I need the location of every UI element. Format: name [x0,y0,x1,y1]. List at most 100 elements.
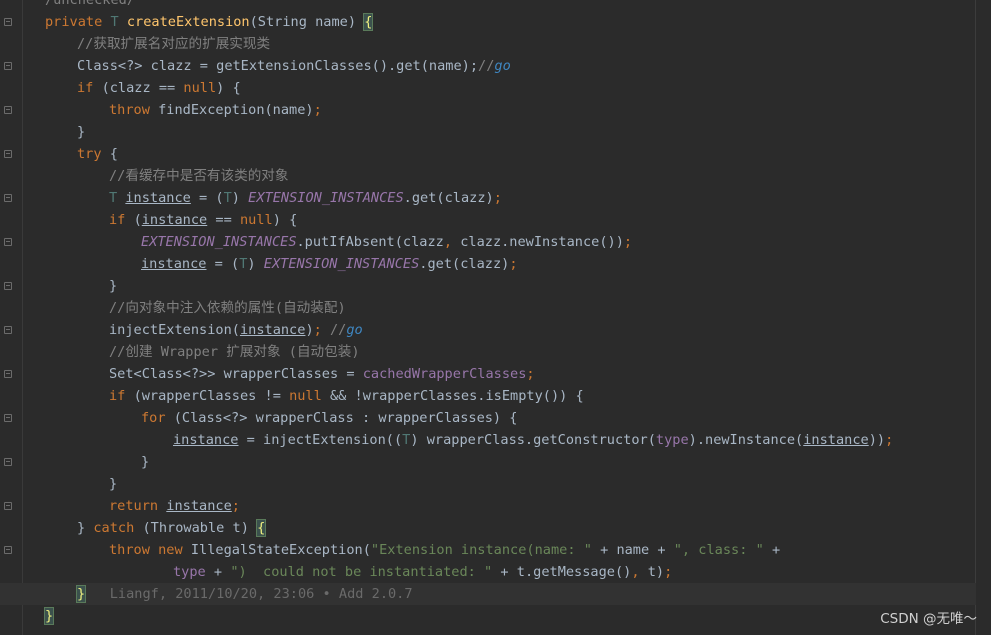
code-token: , [443,234,461,250]
code-token: ; [885,432,894,448]
code-token: ") could not be instantiated: " [230,564,493,580]
code-token: } [109,278,118,294]
code-token: ; [664,564,673,580]
code-line[interactable]: } [0,275,976,297]
code-line[interactable]: //获取扩展名对应的扩展实现类 [0,33,976,55]
code-token: (Throwable t) [142,520,258,536]
code-token: instance [166,498,232,514]
code-token: ; [231,498,240,514]
code-line[interactable]: } [0,473,976,495]
code-line[interactable]: Class<?> clazz = getExtensionClasses().g… [0,55,976,77]
code-line[interactable]: try { [0,143,976,165]
code-token: ; [509,256,518,272]
code-line[interactable]: type + ") could not be instantiated: " +… [0,561,976,583]
code-line[interactable]: for (Class<?> wrapperClass : wrapperClas… [0,407,976,429]
code-token: ) { [216,80,241,96]
code-token: == [207,212,240,228]
code-token: (wrapperClasses != [133,388,290,404]
code-token: if [109,212,134,228]
code-token: instance [173,432,239,448]
code-token: throw [109,102,159,118]
code-token: T [109,190,126,206]
code-token: instance [125,190,191,206]
code-token: (String name) [249,14,365,30]
code-token: //向对象中注入依赖的属性(自动装配) [109,300,346,316]
code-token: .get(clazz) [403,190,494,206]
code-token: //创建 Wrapper 扩展对象 (自动包装) [109,344,360,360]
code-line[interactable]: //向对象中注入依赖的属性(自动装配) [0,297,976,319]
code-line[interactable]: injectExtension(instance); //go [0,319,976,341]
code-token: } [75,585,87,603]
code-token: { [256,519,267,537]
code-token: if [109,388,134,404]
code-token: ; [493,190,502,206]
code-token: type [173,564,206,580]
code-token: + name + [591,542,674,558]
code-token: EXTENSION_INSTANCES [263,256,420,272]
code-line[interactable]: throw findException(name); [0,99,976,121]
code-token: //看缓存中是否有该类的对象 [109,168,289,184]
code-token: + t.getMessage() [492,564,632,580]
code-line[interactable]: EXTENSION_INSTANCES.putIfAbsent(clazz, c… [0,231,976,253]
code-token: } [77,520,94,536]
code-line[interactable]: T instance = (T) EXTENSION_INSTANCES.get… [0,187,976,209]
code-line[interactable]: instance = injectExtension((T) wrapperCl… [0,429,976,451]
code-token: clazz.newInstance()) [460,234,624,250]
code-line[interactable]: private T createExtension(String name) { [0,11,976,33]
code-token: , [631,564,648,580]
code-token: = ( [206,256,240,272]
code-token: null [239,212,273,228]
code-line[interactable]: } [0,451,976,473]
code-line[interactable]: throw new IllegalStateException("Extensi… [0,539,976,561]
code-line[interactable]: } Liangf, 2011/10/20, 23:06 • Add 2.0.7 [0,583,976,605]
code-token: ", class: " [673,542,764,558]
code-token: .putIfAbsent(clazz [296,234,444,250]
code-token: private [45,14,111,30]
code-token: ; [623,234,633,250]
code-token: try [77,146,110,162]
code-line[interactable]: if (wrapperClasses != null && !wrapperCl… [0,385,976,407]
code-token: } [77,124,86,140]
code-token: // [478,58,495,74]
code-token: ; [313,102,322,118]
code-token: (clazz == [101,80,184,96]
code-token: go [494,58,511,74]
code-token: /unchecked/ [45,0,136,8]
code-line[interactable]: } [0,121,976,143]
code-token: { [109,146,118,162]
code-line[interactable]: /unchecked/ [0,0,976,11]
code-line[interactable]: } [0,605,976,627]
code-line[interactable]: Set<Class<?>> wrapperClasses = cachedWra… [0,363,976,385]
code-token: && !wrapperClasses.isEmpty()) { [329,388,584,404]
code-token: .get(clazz) [419,256,510,272]
code-token: throw new [109,542,191,558]
code-line[interactable]: return instance; [0,495,976,517]
code-token: instance [803,432,869,448]
code-editor[interactable]: /unchecked/private T createExtension(Str… [0,0,991,635]
code-line[interactable]: } catch (Throwable t) { [0,517,976,539]
code-line[interactable]: if (clazz == null) { [0,77,976,99]
code-token: ( [133,212,142,228]
code-line[interactable]: if (instance == null) { [0,209,976,231]
code-token: createExtension [126,14,250,30]
code-token: T [223,190,232,206]
code-token: EXTENSION_INSTANCES [248,190,404,206]
code-token: Set<Class<?>> wrapperClasses = [109,366,363,382]
code-token: ) [305,322,314,338]
code-token: findException(name) [158,102,314,118]
code-token: } [141,454,150,470]
code-token: ) wrapperClass.getConstructor( [410,432,656,448]
code-token: instance [141,212,208,228]
code-token: ).newInstance( [688,432,804,448]
code-token: //获取扩展名对应的扩展实现类 [77,36,271,52]
code-token: return [109,498,167,514]
code-line[interactable]: //创建 Wrapper 扩展对象 (自动包装) [0,341,976,363]
code-line[interactable]: //看缓存中是否有该类的对象 [0,165,976,187]
code-line[interactable]: instance = (T) EXTENSION_INSTANCES.get(c… [0,253,976,275]
code-token: + [205,564,231,580]
code-token: } [43,607,55,625]
code-token: instance [239,322,306,338]
code-token: // [330,322,347,338]
code-token: injectExtension( [109,322,240,338]
code-token: (Class<?> wrapperClass : wrapperClasses)… [173,410,518,426]
